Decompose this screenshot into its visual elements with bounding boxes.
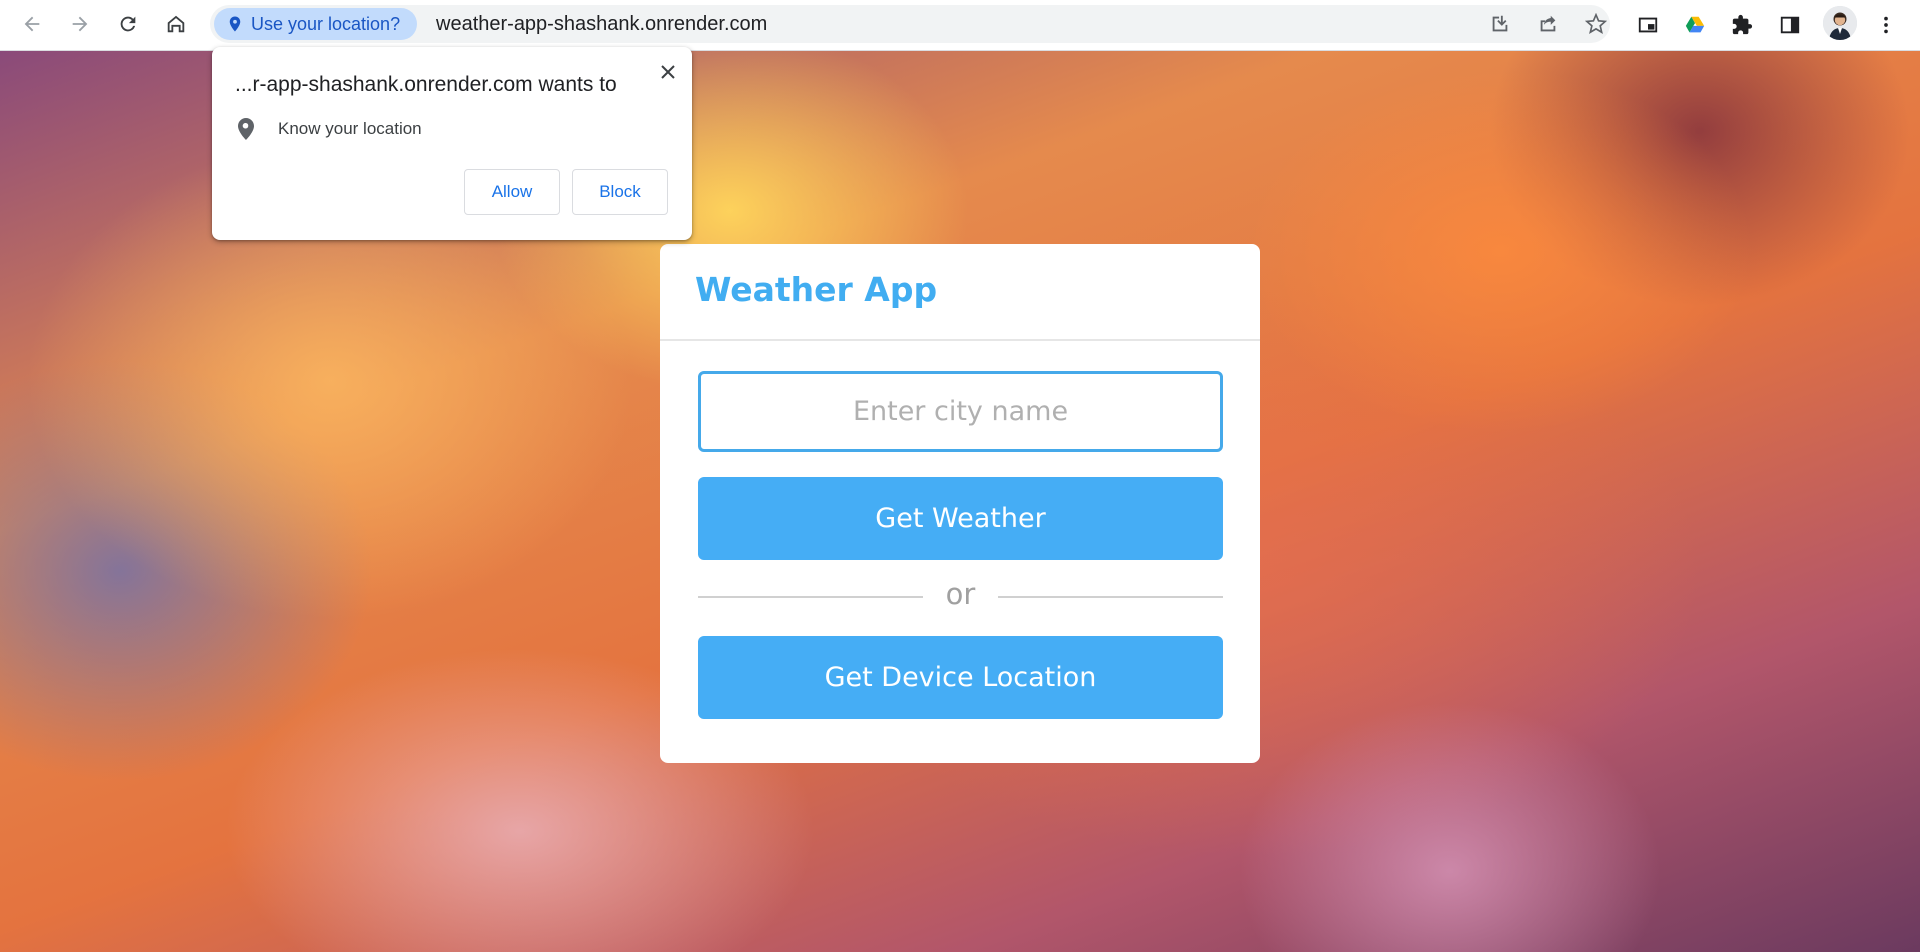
install-app-icon	[1492, 15, 1508, 32]
block-button[interactable]: Block	[572, 169, 668, 215]
reload-button[interactable]	[111, 7, 145, 41]
share-icon	[1540, 15, 1556, 32]
star-icon	[1585, 13, 1607, 34]
profile-avatar-icon	[1823, 6, 1857, 40]
picture-in-picture-icon	[1638, 17, 1658, 33]
location-permission-popup: ...r-app-shashank.onrender.com wants to …	[212, 47, 692, 240]
header-divider	[660, 339, 1260, 341]
permission-row: Know your location	[236, 117, 422, 141]
location-pin-icon	[229, 16, 241, 32]
puzzle-icon	[1732, 14, 1753, 35]
home-icon	[167, 15, 185, 33]
close-button[interactable]	[655, 59, 681, 85]
google-drive-extension[interactable]	[1678, 8, 1712, 42]
extensions-button[interactable]	[1725, 8, 1759, 42]
url-text[interactable]: weather-app-shashank.onrender.com	[436, 5, 767, 43]
browser-menu-button[interactable]	[1869, 8, 1903, 42]
picture-in-picture-button[interactable]	[1631, 8, 1665, 42]
permission-title: ...r-app-shashank.onrender.com wants to	[235, 73, 617, 96]
location-prompt-label: Use your location?	[251, 13, 401, 34]
back-arrow-icon	[24, 16, 40, 32]
close-icon	[661, 65, 675, 79]
address-bar[interactable]: Use your location? weather-app-shashank.…	[210, 5, 1610, 43]
kebab-menu-icon	[1884, 16, 1888, 34]
location-prompt-chip[interactable]: Use your location?	[214, 8, 418, 40]
get-weather-button[interactable]: Get Weather	[698, 477, 1223, 560]
avatar[interactable]	[1823, 6, 1857, 40]
side-panel-icon	[1780, 16, 1800, 34]
get-device-location-button[interactable]: Get Device Location	[698, 636, 1223, 719]
or-separator: or	[945, 577, 976, 611]
weather-app-card: Weather App Get Weather or Get Device Lo…	[660, 244, 1260, 763]
location-pin-icon	[238, 118, 254, 140]
app-title: Weather App	[695, 270, 938, 309]
browser-toolbar: Use your location? weather-app-shashank.…	[0, 0, 1920, 51]
reload-icon	[120, 16, 136, 32]
separator-line-right	[998, 596, 1223, 598]
install-app-button[interactable]	[1487, 11, 1513, 37]
separator-line-left	[698, 596, 923, 598]
allow-button[interactable]: Allow	[464, 169, 560, 215]
google-drive-icon	[1685, 16, 1705, 33]
forward-arrow-icon	[72, 16, 88, 32]
permission-label: Know your location	[278, 119, 422, 138]
home-button[interactable]	[159, 7, 193, 41]
share-button[interactable]	[1535, 11, 1561, 37]
back-button[interactable]	[15, 7, 49, 41]
bookmark-button[interactable]	[1583, 11, 1609, 37]
forward-button[interactable]	[63, 7, 97, 41]
city-name-input[interactable]	[698, 371, 1223, 452]
side-panel-button[interactable]	[1773, 8, 1807, 42]
